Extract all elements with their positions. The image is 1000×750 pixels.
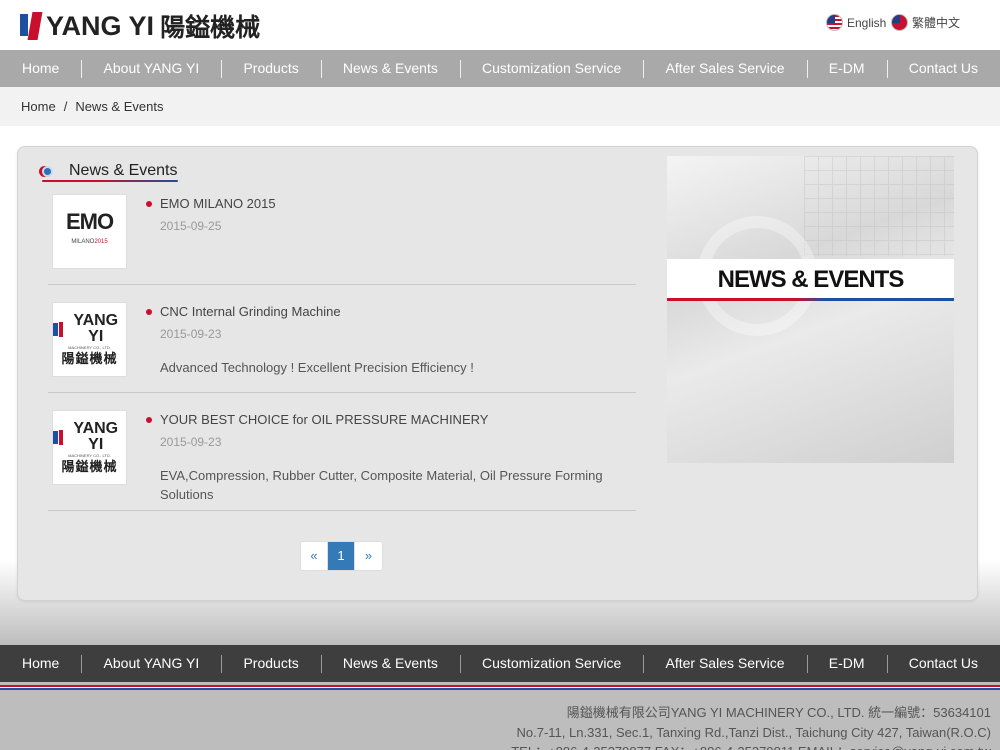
pager-next-button[interactable]: » <box>355 542 382 570</box>
news-item: YANG YI MACHINERY CO., LTD. 陽鎰機械 CNC Int… <box>48 302 636 393</box>
yangyi-thumb-en: YANG YI <box>53 421 126 453</box>
breadcrumb-separator: / <box>63 99 68 114</box>
news-thumbnail-yangyi[interactable]: YANG YI MACHINERY CO., LTD. 陽鎰機械 <box>52 410 127 485</box>
footer-nav-about[interactable]: About YANG YI <box>82 645 222 682</box>
yangyi-thumb-small: MACHINERY CO., LTD. <box>68 345 111 350</box>
footer-nav-customization[interactable]: Customization Service <box>460 645 643 682</box>
breadcrumb-current: News & Events <box>75 99 164 114</box>
logo-mark-icon <box>58 321 64 337</box>
logo-mark-icon <box>20 12 43 40</box>
footer-nav-home[interactable]: Home <box>0 645 81 682</box>
breadcrumb-home[interactable]: Home <box>21 99 56 114</box>
logo-text-en: YANG YI <box>46 10 155 41</box>
breadcrumb: Home / News & Events <box>0 87 1000 126</box>
news-body: YOUR BEST CHOICE for OIL PRESSURE MACHIN… <box>146 410 630 504</box>
emo-logo: EMO MILANO2015 <box>65 208 114 252</box>
logo-mark-icon <box>53 322 58 336</box>
section-bullet-icon <box>42 165 53 177</box>
logo[interactable]: YANG YI 陽鎰機械 <box>20 10 260 42</box>
news-title-text: EMO MILANO 2015 <box>160 196 276 211</box>
news-title[interactable]: YOUR BEST CHOICE for OIL PRESSURE MACHIN… <box>146 412 630 427</box>
nav-contact[interactable]: Contact Us <box>887 50 1000 87</box>
header: YANG YI 陽鎰機械 English 繁體中文 <box>0 0 1000 50</box>
pagination: « 1 » <box>300 541 383 571</box>
news-title[interactable]: EMO MILANO 2015 <box>146 196 630 211</box>
footer-nav-contact[interactable]: Contact Us <box>887 645 1000 682</box>
bullet-icon <box>146 309 152 315</box>
footer-accent-line <box>0 685 1000 690</box>
tw-flag-icon <box>891 14 908 31</box>
banner-accent-line <box>667 298 954 301</box>
news-title[interactable]: CNC Internal Grinding Machine <box>146 304 630 319</box>
yangyi-thumb-cn: 陽鎰機械 <box>61 352 118 367</box>
banner-grid-decoration <box>804 156 954 256</box>
pager-page-1[interactable]: 1 <box>328 542 355 570</box>
news-description: Advanced Technology ! Excellent Precisio… <box>160 360 474 375</box>
yangyi-thumb-logo: YANG YI MACHINERY CO., LTD. 陽鎰機械 <box>53 421 126 474</box>
news-date: 2015-09-23 <box>160 327 222 341</box>
bullet-icon <box>146 201 152 207</box>
section-title-underline <box>42 180 178 182</box>
footer-nav-products[interactable]: Products <box>221 645 320 682</box>
news-body: EMO MILANO 2015 2015-09-25 <box>146 194 630 233</box>
lang-english-link[interactable]: English <box>826 14 886 31</box>
news-date: 2015-09-23 <box>160 435 222 449</box>
emo-sub-city: MILANO <box>71 238 95 245</box>
lang-chinese-link[interactable]: 繁體中文 <box>891 14 960 31</box>
logo-mark-icon <box>58 429 64 445</box>
news-description: EVA,Compression, Rubber Cutter, Composit… <box>160 468 603 502</box>
emo-sub-year: 2015 <box>94 238 108 245</box>
banner-title: NEWS & EVENTS <box>667 259 954 299</box>
emo-logo-text: EMO <box>65 208 114 234</box>
news-title-text: CNC Internal Grinding Machine <box>160 304 341 319</box>
news-title-text: YOUR BEST CHOICE for OIL PRESSURE MACHIN… <box>160 412 489 427</box>
bullet-icon <box>146 417 152 423</box>
yangyi-thumb-en-text: YANG YI <box>73 312 119 345</box>
section-title-text: News & Events <box>69 162 178 179</box>
yangyi-thumb-logo: YANG YI MACHINERY CO., LTD. 陽鎰機械 <box>53 313 126 366</box>
logo-text-cn: 陽鎰機械 <box>160 13 261 42</box>
nav-home[interactable]: Home <box>0 50 81 87</box>
footer-address: No.7-11, Ln.331, Sec.1, Tanxing Rd.,Tanz… <box>516 724 992 740</box>
nav-products[interactable]: Products <box>221 50 320 87</box>
news-item: EMO MILANO2015 EMO MILANO 2015 2015-09-2… <box>48 194 636 285</box>
nav-about[interactable]: About YANG YI <box>82 50 222 87</box>
nav-news[interactable]: News & Events <box>321 50 460 87</box>
content-panel: News & Events EMO MILANO2015 EMO MILANO … <box>17 146 978 601</box>
news-events-banner: NEWS & EVENTS <box>667 156 954 463</box>
lang-chinese-label: 繁體中文 <box>912 16 961 30</box>
footer-nav: Home About YANG YI Products News & Event… <box>0 645 1000 682</box>
logo-mark-icon <box>53 430 58 444</box>
footer-company-name: 陽鎰機械有限公司YANG YI MACHINERY CO., LTD. 統一編號… <box>566 705 991 720</box>
yangyi-thumb-cn: 陽鎰機械 <box>61 460 118 475</box>
nav-customization[interactable]: Customization Service <box>460 50 643 87</box>
footer-nav-news[interactable]: News & Events <box>321 645 460 682</box>
us-flag-icon <box>826 14 843 31</box>
lang-english-label: English <box>847 15 887 30</box>
yangyi-thumb-small: MACHINERY CO., LTD. <box>68 453 111 458</box>
news-item: YANG YI MACHINERY CO., LTD. 陽鎰機械 YOUR BE… <box>48 410 636 511</box>
footer-nav-edm[interactable]: E-DM <box>807 645 887 682</box>
footer-company-info: 陽鎰機械有限公司YANG YI MACHINERY CO., LTD. 統一編號… <box>511 703 991 750</box>
footer-nav-after-sales[interactable]: After Sales Service <box>644 645 807 682</box>
yangyi-thumb-en: YANG YI <box>53 313 126 345</box>
pager-prev-button[interactable]: « <box>301 542 328 570</box>
yangyi-thumb-en-text: YANG YI <box>73 420 119 453</box>
emo-logo-sub: MILANO2015 <box>66 232 113 252</box>
news-body: CNC Internal Grinding Machine 2015-09-23… <box>146 302 630 377</box>
main-nav: Home About YANG YI Products News & Event… <box>0 50 1000 87</box>
news-date: 2015-09-25 <box>160 219 222 233</box>
nav-after-sales[interactable]: After Sales Service <box>644 50 807 87</box>
news-thumbnail-emo[interactable]: EMO MILANO2015 <box>52 194 127 269</box>
footer-contact: TEL：+886-4-25379877 FAX：+886-4-25379811 … <box>511 742 991 750</box>
nav-edm[interactable]: E-DM <box>807 50 887 87</box>
news-thumbnail-yangyi[interactable]: YANG YI MACHINERY CO., LTD. 陽鎰機械 <box>52 302 127 377</box>
